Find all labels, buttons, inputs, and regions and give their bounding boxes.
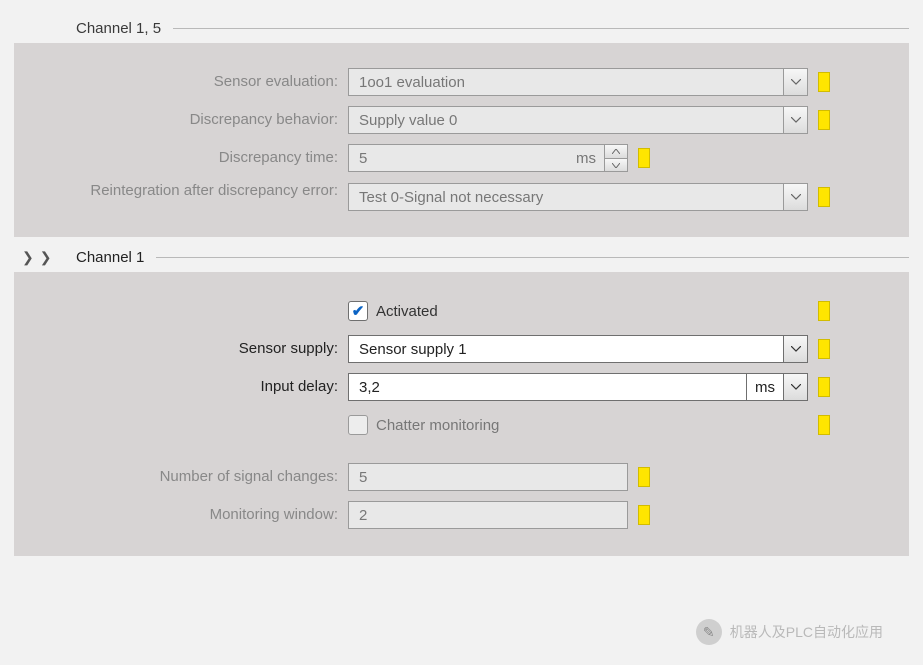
watermark-icon: ✎ bbox=[696, 619, 722, 645]
status-marker bbox=[818, 415, 830, 435]
section-header-channel-1: ❯❯ Channel 1 bbox=[0, 245, 923, 270]
label-input-delay: Input delay: bbox=[28, 378, 348, 397]
input-discrepancy-time[interactable]: 5 ms bbox=[348, 144, 628, 172]
row-activated: ✔ Activated bbox=[28, 296, 895, 326]
chevron-down-icon[interactable] bbox=[783, 69, 807, 95]
panel-channel-1: ✔ Activated Sensor supply: Sensor supply… bbox=[14, 272, 909, 556]
status-marker bbox=[818, 110, 830, 130]
select-sensor-supply[interactable]: Sensor supply 1 bbox=[348, 335, 808, 363]
select-input-delay[interactable]: 3,2 ms bbox=[348, 373, 808, 401]
select-value: Test 0-Signal not necessary bbox=[359, 189, 783, 206]
input-value: 2 bbox=[359, 507, 367, 524]
checkbox-chatter-monitoring[interactable]: Chatter monitoring bbox=[348, 415, 499, 435]
chevron-down-icon[interactable] bbox=[783, 374, 807, 400]
check-icon: ✔ bbox=[352, 304, 365, 319]
chevron-down-icon[interactable] bbox=[783, 184, 807, 210]
status-marker bbox=[818, 72, 830, 92]
checkbox-label: Activated bbox=[376, 303, 438, 320]
spinner-down-icon[interactable] bbox=[605, 158, 627, 171]
input-value: 5 bbox=[349, 150, 567, 167]
spinner[interactable] bbox=[604, 145, 627, 171]
section-title: Channel 1 bbox=[76, 249, 156, 266]
unit-segment: ms bbox=[746, 374, 783, 400]
unit-label: ms bbox=[567, 150, 604, 167]
status-marker bbox=[818, 301, 830, 321]
row-monitoring-window: Monitoring window: 2 bbox=[28, 500, 895, 530]
row-sensor-supply: Sensor supply: Sensor supply 1 bbox=[28, 334, 895, 364]
select-value: 1oo1 evaluation bbox=[359, 74, 783, 91]
expand-chevrons-icon[interactable]: ❯❯ bbox=[16, 249, 76, 266]
label-discrepancy-time: Discrepancy time: bbox=[28, 149, 348, 168]
status-marker bbox=[818, 187, 830, 207]
select-value: 3,2 bbox=[359, 379, 746, 396]
label-reintegration: Reintegration after discrepancy error: bbox=[28, 181, 348, 201]
chevron-down-icon[interactable] bbox=[783, 107, 807, 133]
label-sensor-evaluation: Sensor evaluation: bbox=[28, 73, 348, 92]
divider bbox=[156, 257, 909, 258]
chevron-down-icon[interactable] bbox=[783, 336, 807, 362]
label-sensor-supply: Sensor supply: bbox=[28, 340, 348, 359]
status-marker bbox=[818, 377, 830, 397]
row-reintegration: Reintegration after discrepancy error: T… bbox=[28, 181, 895, 211]
panel-channel-1-5: Sensor evaluation: 1oo1 evaluation Discr… bbox=[14, 43, 909, 237]
select-sensor-evaluation[interactable]: 1oo1 evaluation bbox=[348, 68, 808, 96]
status-marker bbox=[638, 505, 650, 525]
watermark-text: 机器人及PLC自动化应用 bbox=[730, 622, 883, 642]
select-reintegration[interactable]: Test 0-Signal not necessary bbox=[348, 183, 808, 211]
select-value: Supply value 0 bbox=[359, 112, 783, 129]
label-discrepancy-behavior: Discrepancy behavior: bbox=[28, 111, 348, 130]
status-marker bbox=[638, 467, 650, 487]
row-discrepancy-behavior: Discrepancy behavior: Supply value 0 bbox=[28, 105, 895, 135]
label-signal-changes: Number of signal changes: bbox=[28, 468, 348, 487]
watermark: ✎ 机器人及PLC自动化应用 bbox=[696, 619, 883, 645]
checkbox-activated[interactable]: ✔ Activated bbox=[348, 301, 438, 321]
row-chatter-monitoring: Chatter monitoring bbox=[28, 410, 895, 440]
divider bbox=[173, 28, 909, 29]
select-discrepancy-behavior[interactable]: Supply value 0 bbox=[348, 106, 808, 134]
input-value: 5 bbox=[359, 469, 367, 486]
row-sensor-evaluation: Sensor evaluation: 1oo1 evaluation bbox=[28, 67, 895, 97]
status-marker bbox=[818, 339, 830, 359]
label-monitoring-window: Monitoring window: bbox=[28, 506, 348, 525]
row-input-delay: Input delay: 3,2 ms bbox=[28, 372, 895, 402]
section-title: Channel 1, 5 bbox=[76, 20, 173, 37]
status-marker bbox=[638, 148, 650, 168]
checkbox-box bbox=[348, 415, 368, 435]
select-value: Sensor supply 1 bbox=[359, 341, 783, 358]
row-signal-changes: Number of signal changes: 5 bbox=[28, 462, 895, 492]
checkbox-label: Chatter monitoring bbox=[376, 417, 499, 434]
row-discrepancy-time: Discrepancy time: 5 ms bbox=[28, 143, 895, 173]
unit-label: ms bbox=[747, 379, 783, 396]
input-signal-changes[interactable]: 5 bbox=[348, 463, 628, 491]
checkbox-box: ✔ bbox=[348, 301, 368, 321]
input-monitoring-window[interactable]: 2 bbox=[348, 501, 628, 529]
section-header-channel-1-5: Channel 1, 5 bbox=[0, 16, 923, 41]
spinner-up-icon[interactable] bbox=[605, 145, 627, 158]
